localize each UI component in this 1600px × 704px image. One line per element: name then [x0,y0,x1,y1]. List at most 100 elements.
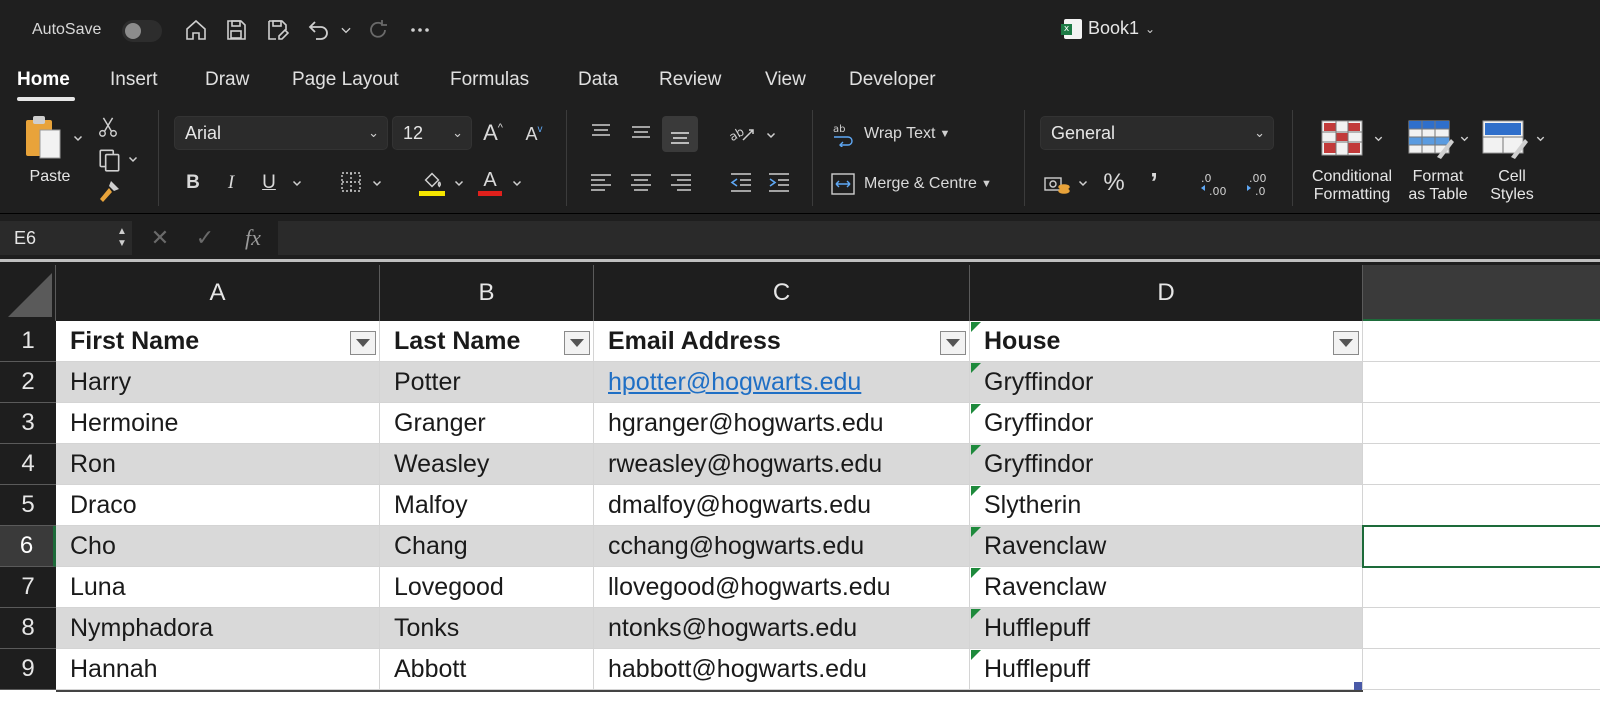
formula-input[interactable] [278,221,1600,255]
decrease-decimal-icon[interactable]: .00.0 [1240,170,1274,198]
table-cell[interactable]: Gryffindor [970,403,1363,444]
conditional-formatting-dropdown-icon[interactable] [1372,132,1384,144]
error-indicator-icon[interactable] [971,609,981,619]
table-cell[interactable]: Hannah [56,649,380,690]
select-all-button[interactable] [0,265,56,321]
row-header-1[interactable]: 1 [0,321,56,362]
table-cell[interactable]: Chang [380,526,594,567]
tab-draw[interactable]: Draw [205,69,249,91]
align-bottom-icon[interactable] [662,116,698,152]
table-cell[interactable]: Luna [56,567,380,608]
row-header-8[interactable]: 8 [0,608,56,649]
table-cell[interactable]: Harry [56,362,380,403]
increase-font-size-icon[interactable]: A ^ [478,118,508,148]
table-cell[interactable]: dmalfoy@hogwarts.edu [594,485,970,526]
tab-home[interactable]: Home [17,69,70,91]
increase-decimal-icon[interactable]: .0.00 [1198,170,1232,198]
table-cell[interactable]: Hermoine [56,403,380,444]
row-header-5[interactable]: 5 [0,485,56,526]
format-as-table-icon[interactable] [1406,118,1456,160]
table-resize-handle[interactable] [1354,682,1362,690]
insert-function-icon[interactable]: fx [238,223,268,253]
save-icon[interactable] [222,16,250,44]
empty-cell[interactable] [1363,403,1600,444]
cut-icon[interactable] [96,114,120,140]
align-right-icon[interactable] [666,168,696,196]
fill-color-dropdown-icon[interactable] [452,176,466,190]
table-cell[interactable]: Gryffindor [970,444,1363,485]
underline-dropdown-icon[interactable] [290,176,304,190]
row-header-9[interactable]: 9 [0,649,56,690]
paste-dropdown-icon[interactable] [70,130,86,146]
table-cell[interactable]: Malfoy [380,485,594,526]
table-cell[interactable]: llovegood@hogwarts.edu [594,567,970,608]
cancel-icon[interactable]: ✕ [148,225,172,251]
row-header-2[interactable]: 2 [0,362,56,403]
filter-dropdown-icon[interactable] [350,331,376,355]
tab-page-layout[interactable]: Page Layout [292,69,399,91]
undo-dropdown-icon[interactable] [336,16,356,44]
row-header-4[interactable]: 4 [0,444,56,485]
wrap-text-button[interactable]: ab Wrap Text ▼ [830,118,980,150]
empty-cell[interactable] [1363,444,1600,485]
row-header-3[interactable]: 3 [0,403,56,444]
paste-icon[interactable] [22,114,66,164]
borders-dropdown-icon[interactable] [370,176,384,190]
filter-dropdown-icon[interactable] [940,331,966,355]
worksheet-grid[interactable]: A B C D 1 First Name Last Name Email Addres… [0,265,1600,704]
table-cell[interactable]: cchang@hogwarts.edu [594,526,970,567]
tab-insert[interactable]: Insert [110,69,158,91]
table-header-cell[interactable]: House [970,321,1363,362]
font-color-dropdown-icon[interactable] [510,176,524,190]
align-left-icon[interactable] [586,168,616,196]
undo-icon[interactable] [305,16,333,44]
home-icon[interactable] [182,16,210,44]
bold-icon[interactable]: B [182,170,204,196]
column-header-e[interactable] [1363,265,1600,321]
align-top-icon[interactable] [586,118,616,146]
table-cell[interactable]: Ron [56,444,380,485]
orientation-dropdown-icon[interactable] [764,128,778,142]
empty-cell[interactable] [1363,567,1600,608]
tab-developer[interactable]: Developer [849,69,936,91]
font-size-dropdown[interactable]: 12 ⌄ [392,116,472,150]
error-indicator-icon[interactable] [971,568,981,578]
empty-cell[interactable] [1363,608,1600,649]
cell-styles-icon[interactable] [1480,118,1530,160]
autosave-toggle[interactable] [122,20,162,42]
empty-cell[interactable] [1363,485,1600,526]
table-cell[interactable]: Tonks [380,608,594,649]
borders-icon[interactable] [338,168,364,196]
decrease-indent-icon[interactable] [726,168,756,196]
percent-style-icon[interactable]: % [1100,168,1128,198]
filter-dropdown-icon[interactable] [564,331,590,355]
table-cell[interactable]: Weasley [380,444,594,485]
column-header-d[interactable]: D [970,265,1363,321]
accounting-format-icon[interactable] [1042,170,1072,198]
cell-styles-dropdown-icon[interactable] [1534,132,1546,144]
cell-styles-label[interactable]: Cell Styles [1478,168,1546,204]
number-format-dropdown[interactable]: General ⌄ [1040,116,1274,150]
save-as-icon[interactable] [263,16,291,44]
table-cell[interactable]: Granger [380,403,594,444]
font-color-icon[interactable]: A [476,166,504,198]
fill-color-icon[interactable] [418,166,446,198]
empty-cell[interactable] [1363,649,1600,690]
table-cell[interactable]: Cho [56,526,380,567]
column-header-c[interactable]: C [594,265,970,321]
table-cell[interactable]: Slytherin [970,485,1363,526]
format-as-table-dropdown-icon[interactable] [1458,132,1470,144]
table-cell[interactable]: ntonks@hogwarts.edu [594,608,970,649]
table-cell[interactable]: habbott@hogwarts.edu [594,649,970,690]
tab-formulas[interactable]: Formulas [450,69,529,91]
more-options-icon[interactable] [406,16,434,44]
error-indicator-icon[interactable] [971,486,981,496]
accounting-dropdown-icon[interactable] [1076,176,1090,190]
error-indicator-icon[interactable] [971,445,981,455]
table-cell[interactable]: hpotter@hogwarts.edu [594,362,970,403]
decrease-font-size-icon[interactable]: Av [520,120,548,148]
workbook-title[interactable]: Book1 ⌄ [1061,18,1155,39]
row-header-6[interactable]: 6 [0,526,56,567]
error-indicator-icon[interactable] [971,322,981,332]
table-cell[interactable]: rweasley@hogwarts.edu [594,444,970,485]
